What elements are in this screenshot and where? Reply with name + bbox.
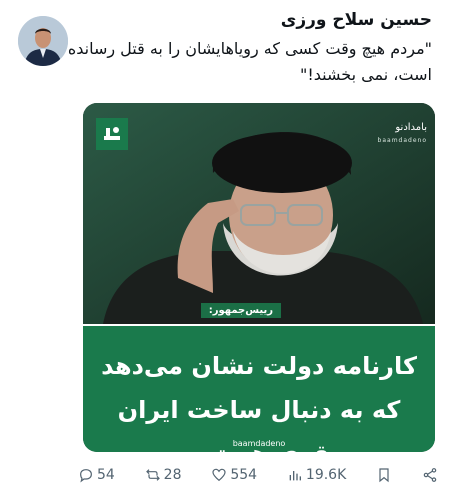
reply-icon (80, 469, 92, 483)
share-icon (423, 468, 437, 482)
like-button[interactable]: 554 (211, 467, 257, 483)
repost-button[interactable]: 28 (145, 467, 182, 483)
repost-icon (145, 469, 160, 481)
headline: کارنامه دولت نشان می‌دهد که به دنبال ساخ… (101, 352, 417, 452)
tweet-actions: 54 28 554 19.6K (78, 463, 438, 487)
headline-box: کارنامه دولت نشان می‌دهد که به دنبال ساخ… (83, 324, 435, 452)
views-button[interactable]: 19.6K (287, 467, 346, 483)
view-count: 19.6K (305, 467, 347, 483)
repost-count: 28 (163, 467, 182, 483)
publisher-wordmark: بامدادنو baamdadeno (353, 121, 427, 147)
share-button[interactable] (422, 467, 438, 483)
watermark-bar: baamdadeno (83, 439, 435, 448)
watermark-text: baamdadeno (232, 439, 286, 448)
reply-button[interactable]: 54 (78, 467, 115, 483)
heart-icon (212, 468, 226, 482)
tweet-media[interactable]: بامدادنو baamdadeno رییس‌جمهور: کارنامه … (83, 103, 435, 452)
bookmark-button[interactable] (376, 467, 392, 483)
author-name[interactable]: حسین سلاح ورزی (281, 10, 432, 30)
tweet-text: "مردم هیچ وقت کسی که رویاهایشان را به قت… (67, 39, 432, 84)
role-label: رییس‌جمهور: (200, 303, 281, 318)
publisher-logo (96, 118, 128, 150)
reply-count: 54 (97, 467, 115, 483)
publisher-wordmark-text: بامدادنو (395, 122, 427, 133)
like-count: 554 (230, 467, 258, 483)
analytics-icon (289, 471, 301, 481)
bookmark-icon (379, 468, 389, 483)
publisher-wordmark-sub: baamdadeno (377, 137, 427, 144)
